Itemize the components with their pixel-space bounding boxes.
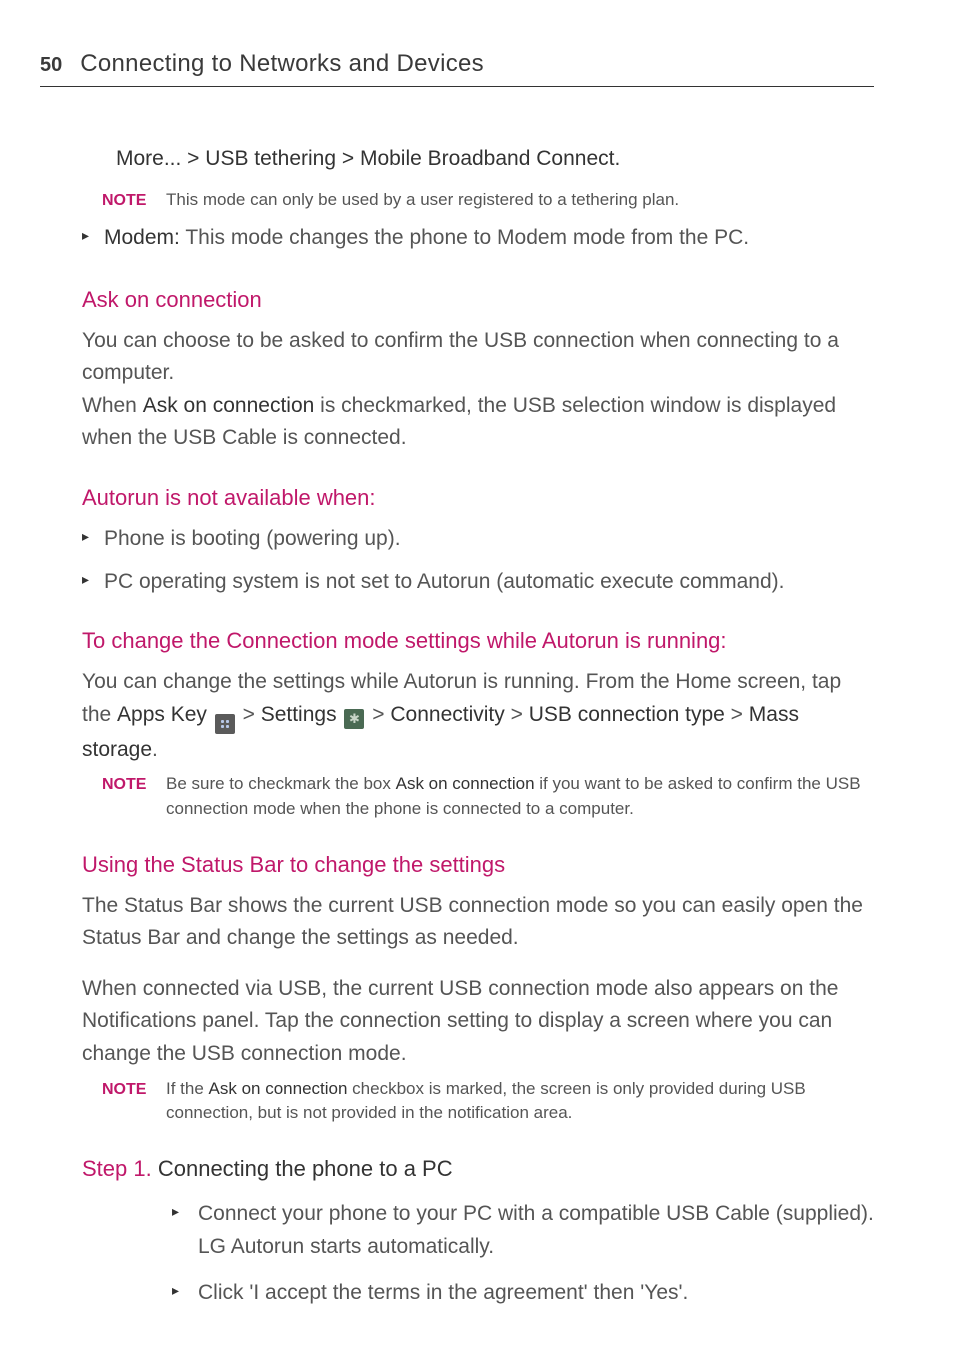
text-bold: Ask on connection bbox=[143, 394, 315, 417]
text-bold: Connectivity bbox=[390, 703, 504, 726]
note-tethering: NOTE This mode can only be used by a use… bbox=[102, 188, 874, 213]
text-fragment: > bbox=[366, 703, 390, 726]
note-text: This mode can only be used by a user reg… bbox=[166, 188, 874, 213]
note-label: NOTE bbox=[102, 1077, 166, 1126]
section-paragraph: You can choose to be asked to confirm th… bbox=[82, 325, 874, 390]
bullet-item: PC operating system is not set to Autoru… bbox=[82, 566, 874, 599]
settings-icon bbox=[344, 709, 364, 729]
section-paragraph: When Ask on connection is checkmarked, t… bbox=[82, 390, 874, 455]
section-paragraph: The Status Bar shows the current USB con… bbox=[82, 890, 874, 955]
text-fragment: > bbox=[725, 703, 749, 726]
section-autorun-not-available: Autorun is not available when: Phone is … bbox=[82, 481, 874, 598]
note-checkmark: NOTE Be sure to checkmark the box Ask on… bbox=[102, 772, 874, 821]
note-label: NOTE bbox=[102, 772, 166, 821]
text-fragment: > bbox=[505, 703, 529, 726]
bullet-item: Click 'I accept the terms in the agreeme… bbox=[172, 1277, 874, 1310]
bullet-item: Phone is booting (powering up). bbox=[82, 523, 874, 556]
note-text: Be sure to checkmark the box Ask on conn… bbox=[166, 772, 874, 821]
text-bold: USB connection type bbox=[529, 703, 725, 726]
section-ask-on-connection: Ask on connection You can choose to be a… bbox=[82, 283, 874, 455]
text-fragment: > bbox=[237, 703, 261, 726]
modem-label: Modem: bbox=[104, 226, 180, 249]
step-title: Connecting the phone to a PC bbox=[158, 1156, 453, 1181]
page-content: More... > USB tethering > Mobile Broadba… bbox=[40, 143, 874, 1310]
chapter-title: Connecting to Networks and Devices bbox=[80, 50, 484, 78]
text-bold: Settings bbox=[261, 703, 337, 726]
text-fragment: . bbox=[152, 738, 158, 761]
page-header: 50 Connecting to Networks and Devices bbox=[40, 50, 874, 87]
step-1-header: Step 1. Connecting the phone to a PC bbox=[82, 1152, 874, 1187]
text-bold: Apps Key bbox=[117, 703, 207, 726]
bullet-item: Connect your phone to your PC with a com… bbox=[172, 1198, 874, 1263]
bullet-modem: Modem: This mode changes the phone to Mo… bbox=[82, 222, 874, 255]
apps-key-icon bbox=[215, 714, 235, 734]
usb-breadcrumb: More... > USB tethering > Mobile Broadba… bbox=[116, 143, 874, 176]
section-title: Using the Status Bar to change the setti… bbox=[82, 848, 874, 882]
text-bold: Ask on connection bbox=[396, 774, 535, 793]
text-fragment: Be sure to checkmark the box bbox=[166, 774, 396, 793]
step-label: Step 1. bbox=[82, 1156, 158, 1181]
section-change-connection-mode: To change the Connection mode settings w… bbox=[82, 624, 874, 821]
section-status-bar: Using the Status Bar to change the setti… bbox=[82, 848, 874, 1126]
note-status-bar: NOTE If the Ask on connection checkbox i… bbox=[102, 1077, 874, 1126]
text-bold: Ask on connection bbox=[209, 1079, 348, 1098]
section-title: Autorun is not available when: bbox=[82, 481, 874, 515]
note-label: NOTE bbox=[102, 188, 166, 213]
page-number: 50 bbox=[40, 54, 62, 77]
section-paragraph: When connected via USB, the current USB … bbox=[82, 973, 874, 1071]
text-fragment: If the bbox=[166, 1079, 209, 1098]
section-paragraph: You can change the settings while Autoru… bbox=[82, 666, 874, 766]
note-text: If the Ask on connection checkbox is mar… bbox=[166, 1077, 874, 1126]
modem-desc: This mode changes the phone to Modem mod… bbox=[180, 226, 749, 249]
section-title: To change the Connection mode settings w… bbox=[82, 624, 874, 658]
text-fragment: When bbox=[82, 394, 143, 417]
section-title: Ask on connection bbox=[82, 283, 874, 317]
